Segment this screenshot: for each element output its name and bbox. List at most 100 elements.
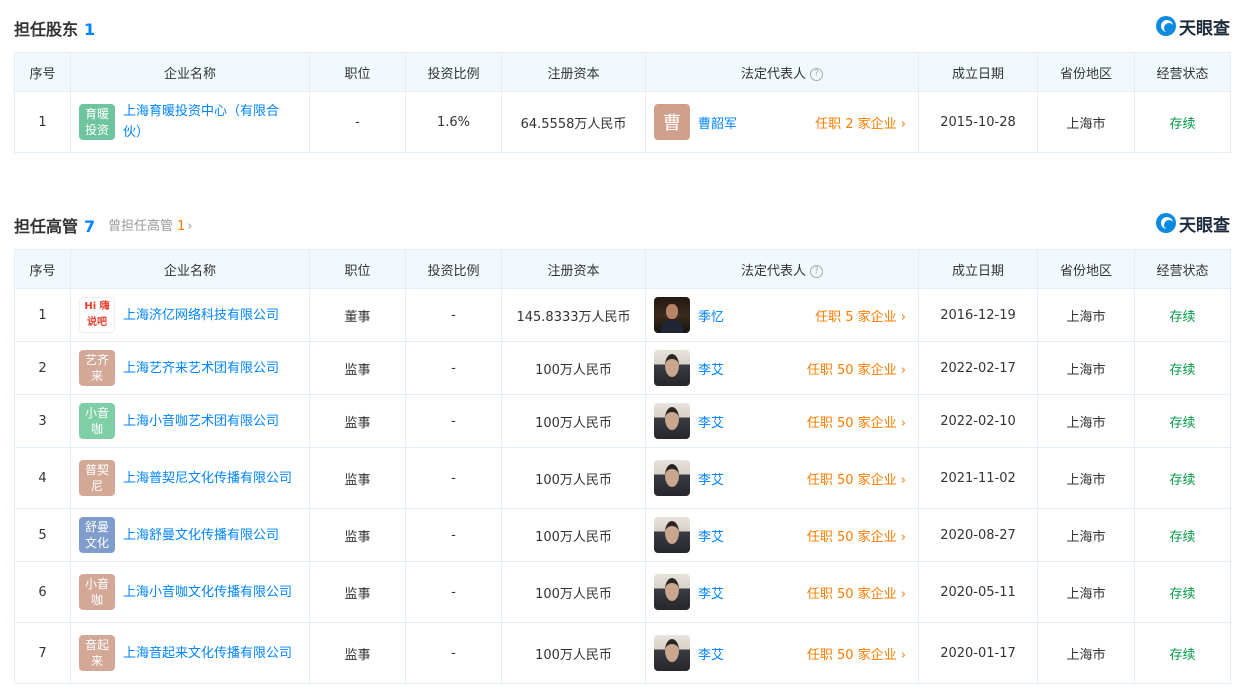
company-name-link[interactable]: 上海普契尼文化传播有限公司 (123, 468, 298, 489)
legal-rep-avatar[interactable]: 曹 (654, 104, 690, 140)
company-name-link[interactable]: 上海小音咖文化传播有限公司 (123, 582, 298, 603)
chevron-right-icon: › (896, 362, 906, 378)
company-logo[interactable]: 小音咖 (79, 403, 115, 439)
legal-rep-name-link[interactable]: 李艾 (698, 412, 724, 431)
chevron-right-icon: › (896, 309, 906, 325)
registered-capital: 100万人民币 (501, 394, 646, 448)
legal-rep-name-link[interactable]: 李艾 (698, 583, 724, 602)
region: 上海市 (1037, 288, 1135, 342)
registered-capital: 64.5558万人民币 (501, 91, 646, 153)
status-badge: 存续 (1134, 622, 1231, 684)
company-name-link[interactable]: 上海育暖投资中心（有限合伙） (123, 101, 298, 143)
header-region: 省份地区 (1037, 249, 1135, 289)
tenure-text: 任职 2 家企业 (815, 116, 897, 132)
legal-rep-tenure-link[interactable]: 任职 5 家企业 › (815, 306, 906, 325)
region: 上海市 (1037, 91, 1135, 153)
legal-rep-tenure-link[interactable]: 任职 50 家企业 › (807, 583, 906, 602)
status-badge: 存续 (1134, 508, 1231, 562)
company-logo[interactable]: 小音咖 (79, 574, 115, 610)
company-logo[interactable]: 普契尼 (79, 460, 115, 496)
tianyancha-logo[interactable]: 天眼查 (1156, 211, 1230, 236)
row-index: 5 (14, 508, 71, 562)
help-icon[interactable]: ? (810, 67, 823, 81)
legal-rep-name-link[interactable]: 李艾 (698, 644, 724, 663)
legal-rep-info: 李艾 任职 50 家企业 › (646, 449, 918, 508)
tianyancha-logo[interactable]: 天眼查 (1156, 14, 1230, 39)
company-logo[interactable]: 舒曼文化 (79, 517, 115, 553)
company-cell: 育暖投资 上海育暖投资中心（有限合伙） (70, 91, 310, 153)
row-index: 7 (14, 622, 71, 684)
legal-rep-cell: 曹曹韶军 任职 2 家企业 › (645, 91, 919, 153)
company-info: 音起来 上海音起来文化传播有限公司 (71, 635, 309, 671)
company-cell: 音起来 上海音起来文化传播有限公司 (70, 622, 310, 684)
status-badge: 存续 (1134, 561, 1231, 623)
company-name-link[interactable]: 上海艺齐来艺术团有限公司 (123, 358, 298, 379)
company-cell: 小音咖 上海小音咖文化传播有限公司 (70, 561, 310, 623)
company-info: 舒曼文化 上海舒曼文化传播有限公司 (71, 517, 309, 553)
legal-rep-tenure-link[interactable]: 任职 50 家企业 › (807, 644, 906, 663)
header-legal-rep: 法定代表人? (645, 52, 919, 92)
header-ratio: 投资比例 (405, 52, 502, 92)
row-index: 4 (14, 447, 71, 509)
executive-table: 序号 企业名称 职位 投资比例 注册资本 法定代表人? 成立日期 省份地区 经营状态 1 Hi 嗨… (14, 249, 1231, 684)
registered-capital: 145.8333万人民币 (501, 288, 646, 342)
company-logo[interactable]: 艺齐来 (79, 350, 115, 386)
legal-rep-avatar[interactable] (654, 635, 690, 671)
brand-text: 天眼查 (1179, 215, 1230, 236)
table-row: 5 舒曼文化 上海舒曼文化传播有限公司 监事 -100万人民币 李艾 任职 50 家企业 ›… (14, 508, 1231, 562)
former-executive-label: 曾担任高管 (108, 219, 174, 234)
company-name-link[interactable]: 上海济亿网络科技有限公司 (123, 305, 298, 326)
investment-ratio: - (405, 508, 502, 562)
legal-rep-name-link[interactable]: 曹韶军 (698, 113, 737, 132)
established-date: 2022-02-17 (918, 341, 1038, 395)
legal-rep-tenure-link[interactable]: 任职 50 家企业 › (807, 469, 906, 488)
header-date: 成立日期 (918, 249, 1038, 289)
chevron-right-icon: › (896, 415, 906, 431)
position: 监事 (309, 622, 406, 684)
executive-header: 担任高管 7 曾担任高管 1 › 天眼查 (14, 197, 1230, 249)
legal-rep-tenure-link[interactable]: 任职 50 家企业 › (807, 359, 906, 378)
legal-rep-avatar[interactable] (654, 460, 690, 496)
header-capital: 注册资本 (501, 249, 646, 289)
help-icon[interactable]: ? (810, 264, 823, 278)
region: 上海市 (1037, 622, 1135, 684)
position: 监事 (309, 394, 406, 448)
header-capital: 注册资本 (501, 52, 646, 92)
legal-rep-tenure-link[interactable]: 任职 50 家企业 › (807, 526, 906, 545)
tenure-text: 任职 50 家企业 (806, 529, 897, 545)
company-logo[interactable]: 育暖投资 (79, 104, 115, 140)
legal-rep-avatar[interactable] (654, 574, 690, 610)
company-info: 普契尼 上海普契尼文化传播有限公司 (71, 460, 309, 496)
legal-rep-name-link[interactable]: 李艾 (698, 359, 724, 378)
company-logo[interactable]: Hi 嗨说吧 (79, 297, 115, 333)
company-name-link[interactable]: 上海小音咖艺术团有限公司 (123, 411, 298, 432)
legal-rep-name-link[interactable]: 李艾 (698, 469, 724, 488)
former-executive-link[interactable]: 曾担任高管 1 › (108, 215, 193, 234)
row-index: 3 (14, 394, 71, 448)
legal-rep-avatar[interactable] (654, 403, 690, 439)
legal-rep-avatar[interactable] (654, 297, 690, 333)
legal-rep-avatar[interactable] (654, 350, 690, 386)
header-status: 经营状态 (1134, 52, 1231, 92)
shareholder-table: 序号 企业名称 职位 投资比例 注册资本 法定代表人? 成立日期 省份地区 经营状态 1 育暖投资… (14, 52, 1231, 153)
header-region: 省份地区 (1037, 52, 1135, 92)
investment-ratio: - (405, 394, 502, 448)
established-date: 2016-12-19 (918, 288, 1038, 342)
company-name-link[interactable]: 上海音起来文化传播有限公司 (123, 643, 298, 664)
executive-title: 担任高管 7 (14, 213, 95, 237)
tenure-text: 任职 50 家企业 (806, 647, 897, 663)
legal-rep-tenure-link[interactable]: 任职 2 家企业 › (815, 113, 906, 132)
executive-header-row: 序号 企业名称 职位 投资比例 注册资本 法定代表人? 成立日期 省份地区 经营状态 (14, 249, 1231, 289)
legal-rep-name-link[interactable]: 李艾 (698, 526, 724, 545)
registered-capital: 100万人民币 (501, 561, 646, 623)
legal-rep-tenure-link[interactable]: 任职 50 家企业 › (807, 412, 906, 431)
legal-rep-info: 曹曹韶军 任职 2 家企业 › (646, 93, 918, 152)
status-badge: 存续 (1134, 288, 1231, 342)
established-date: 2020-08-27 (918, 508, 1038, 562)
company-info: Hi 嗨说吧 上海济亿网络科技有限公司 (71, 297, 309, 333)
company-logo[interactable]: 音起来 (79, 635, 115, 671)
company-name-link[interactable]: 上海舒曼文化传播有限公司 (123, 525, 298, 546)
legal-rep-cell: 李艾 任职 50 家企业 › (645, 341, 919, 395)
legal-rep-name-link[interactable]: 季忆 (698, 306, 724, 325)
legal-rep-avatar[interactable] (654, 517, 690, 553)
